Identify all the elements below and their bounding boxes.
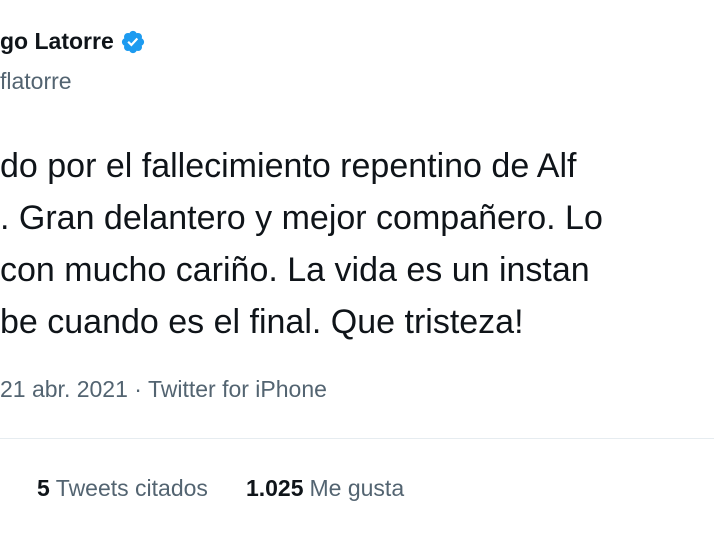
likes-count: 1.025 xyxy=(245,475,304,501)
tweet-line: con mucho cariño. La vida es un instan xyxy=(0,251,590,289)
likes-stat[interactable]: 1.025 Me gusta xyxy=(246,475,404,502)
tweet-date-link[interactable]: 21 abr. 2021 xyxy=(0,376,128,402)
tweet-text: do por el fallecimiento repentino de Alf… xyxy=(0,140,714,348)
meta-separator: · xyxy=(134,376,142,402)
author-handle[interactable]: flatorre xyxy=(0,68,72,95)
tweet-line: be cuando es el final. Que tristeza! xyxy=(0,303,524,341)
tweet-source-link[interactable]: Twitter for iPhone xyxy=(148,376,327,402)
divider xyxy=(0,438,714,439)
tweet-line: do por el fallecimiento repentino de Alf xyxy=(0,147,577,185)
author-display-name[interactable]: go Latorre xyxy=(0,28,114,55)
quote-tweets-count: 5 xyxy=(37,475,50,501)
author-name-row[interactable]: go Latorre xyxy=(0,28,146,55)
tweet-meta: 21 abr. 2021 · Twitter for iPhone xyxy=(0,376,327,403)
likes-label: Me gusta xyxy=(309,475,405,501)
tweet-stats: 5 Tweets citados 1.025 Me gusta xyxy=(37,475,442,502)
verified-badge-icon xyxy=(121,30,144,53)
tweet-line: . Gran delantero y mejor compañero. Lo xyxy=(0,199,603,237)
quote-tweets-label: Tweets citados xyxy=(55,475,208,501)
quote-tweets-stat[interactable]: 5 Tweets citados xyxy=(37,475,208,502)
